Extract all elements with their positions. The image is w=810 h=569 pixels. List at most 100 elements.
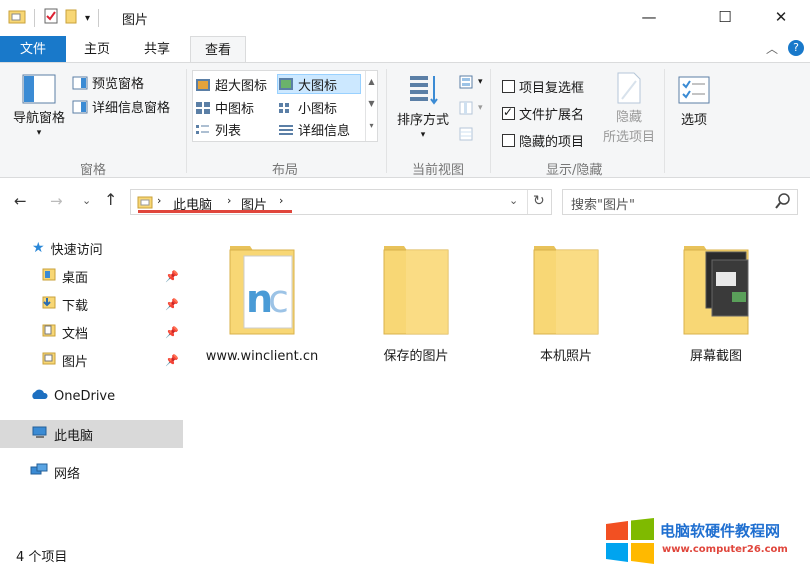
layout-medium-icons[interactable]: 中图标	[195, 98, 254, 117]
hide-selected-button[interactable]: 隐藏 所选项目	[600, 71, 658, 145]
options-button[interactable]: 选项	[672, 75, 716, 128]
svg-text:c: c	[268, 277, 289, 321]
hide-selected-icon	[617, 72, 641, 104]
network-icon	[30, 463, 48, 481]
chevron-down-icon: ▾	[420, 130, 426, 140]
forward-button[interactable]: →	[50, 192, 63, 210]
tab-share[interactable]: 共享	[130, 36, 184, 63]
hidden-items-checkbox[interactable]	[502, 134, 515, 147]
preview-pane-label: 预览窗格	[92, 77, 145, 92]
size-columns-button[interactable]	[458, 127, 474, 141]
nav-onedrive[interactable]: OneDrive	[0, 382, 183, 410]
details-pane-icon	[72, 100, 88, 113]
pin-icon[interactable]: 📌	[165, 270, 179, 283]
folder-thumbnail	[683, 246, 749, 335]
chevron-down-icon: ▾	[478, 103, 483, 113]
medium-icons-icon	[196, 101, 210, 114]
new-folder-icon[interactable]	[65, 8, 79, 28]
layout-list[interactable]: 列表	[195, 120, 241, 139]
ribbon: 导航窗格 ▾ 预览窗格 详细信息窗格 窗格 布局 排序方式 ▾ ▾ ▾ 当前视图…	[0, 62, 810, 178]
add-columns-icon	[459, 101, 473, 115]
search-box[interactable]: 搜索"图片"	[562, 189, 798, 215]
tab-file[interactable]: 文件	[0, 36, 66, 63]
options-icon	[678, 76, 710, 104]
pin-icon[interactable]: 📌	[165, 354, 179, 367]
sort-by-button[interactable]: 排序方式 ▾	[394, 73, 452, 140]
navigation-pane: ★ 快速访问 桌面 📌 下载 📌 文档 📌 图片 📌 OneDrive 此电脑 …	[0, 228, 185, 538]
nav-item-pictures[interactable]: 图片 📌	[0, 346, 183, 374]
preview-pane-button[interactable]: 预览窗格	[72, 73, 144, 92]
item-checkboxes-checkbox[interactable]	[502, 80, 515, 93]
nav-quick-access[interactable]: ★ 快速访问	[0, 234, 183, 262]
nav-item-documents[interactable]: 文档 📌	[0, 318, 183, 346]
nav-network[interactable]: 网络	[0, 458, 183, 486]
address-dropdown-icon[interactable]: ⌄	[509, 194, 518, 207]
search-input[interactable]: 搜索"图片"	[571, 194, 635, 213]
folder-item[interactable]: 屏幕截图	[656, 242, 776, 366]
layout-small-icons[interactable]: 小图标	[278, 98, 337, 117]
layout-gallery-scroll[interactable]: ▲ ▼ ▾	[365, 71, 377, 141]
collapse-ribbon-icon[interactable]: ︿	[766, 40, 778, 57]
sort-by-label: 排序方式	[396, 113, 449, 128]
properties-icon[interactable]	[43, 8, 59, 28]
extra-large-icons-icon	[196, 78, 210, 91]
sort-by-icon	[410, 76, 438, 105]
layout-group-label: 布局	[272, 163, 299, 178]
tab-view[interactable]: 查看	[190, 36, 246, 64]
cloud-icon	[30, 388, 48, 404]
group-by-icon	[459, 75, 473, 89]
file-extensions-toggle[interactable]: 文件扩展名	[502, 104, 584, 123]
details-pane-button[interactable]: 详细信息窗格	[72, 97, 170, 116]
nav-item-downloads[interactable]: 下载 📌	[0, 290, 183, 318]
nav-item-label: 下载	[62, 298, 89, 314]
list-icon	[196, 124, 209, 134]
details-icon	[279, 124, 293, 135]
layout-small-label: 小图标	[298, 102, 338, 117]
chevron-right-icon: ›	[157, 194, 162, 207]
maximize-button[interactable]: ☐	[702, 0, 748, 34]
window-title: 图片	[122, 13, 149, 28]
file-list: n c www.winclient.cn 保存的图片 本机照片 屏幕截图	[186, 222, 810, 532]
folder-item[interactable]: n c www.winclient.cn	[202, 242, 322, 366]
pin-icon[interactable]: 📌	[165, 298, 179, 311]
file-extensions-checkbox[interactable]	[502, 105, 515, 120]
folder-icon	[383, 246, 449, 335]
layout-extra-large-icons[interactable]: 超大图标	[195, 75, 267, 94]
quick-access-toolbar: ▾	[8, 8, 101, 28]
layout-list-label: 列表	[215, 124, 242, 139]
minimize-button[interactable]: —	[626, 0, 672, 34]
back-button[interactable]: ←	[14, 192, 27, 210]
navigation-pane-button[interactable]: 导航窗格 ▾	[10, 73, 68, 138]
chevron-down-icon[interactable]: ▾	[85, 13, 90, 24]
preview-pane-icon	[72, 76, 88, 89]
nav-item-desktop[interactable]: 桌面 📌	[0, 262, 183, 290]
help-icon[interactable]: ?	[788, 40, 804, 56]
up-button[interactable]: ↑	[104, 190, 117, 209]
options-label: 选项	[680, 113, 707, 128]
folder-name: 屏幕截图	[689, 349, 742, 364]
add-columns-button[interactable]: ▾	[458, 101, 483, 115]
recent-locations-button[interactable]: ⌄	[82, 194, 91, 207]
search-icon[interactable]	[775, 192, 791, 214]
folder-item[interactable]: 本机照片	[506, 242, 626, 366]
tab-home[interactable]: 主页	[72, 36, 122, 63]
file-extensions-label: 文件扩展名	[519, 108, 585, 123]
nav-quick-access-label: 快速访问	[50, 242, 103, 258]
layout-large-icons[interactable]: 大图标	[277, 74, 361, 94]
folder-item[interactable]: 保存的图片	[356, 242, 476, 366]
layout-details[interactable]: 详细信息	[278, 120, 350, 139]
group-by-button[interactable]: ▾	[458, 75, 483, 89]
ribbon-tabs: 文件 主页 共享 查看 ︿ ?	[0, 36, 810, 64]
item-checkboxes-toggle[interactable]: 项目复选框	[502, 77, 584, 96]
nav-this-pc[interactable]: 此电脑	[0, 420, 183, 448]
chevron-down-icon: ▾	[478, 77, 483, 87]
refresh-icon[interactable]: ↻	[533, 193, 545, 209]
current-view-group-label: 当前视图	[412, 163, 465, 178]
desktop-folder-icon	[42, 267, 56, 285]
pin-icon[interactable]: 📌	[165, 326, 179, 339]
pictures-folder-icon	[42, 351, 56, 369]
layout-details-label: 详细信息	[298, 124, 351, 139]
close-button[interactable]: ✕	[758, 0, 804, 34]
nav-this-pc-label: 此电脑	[54, 428, 94, 444]
hidden-items-toggle[interactable]: 隐藏的项目	[502, 131, 584, 150]
